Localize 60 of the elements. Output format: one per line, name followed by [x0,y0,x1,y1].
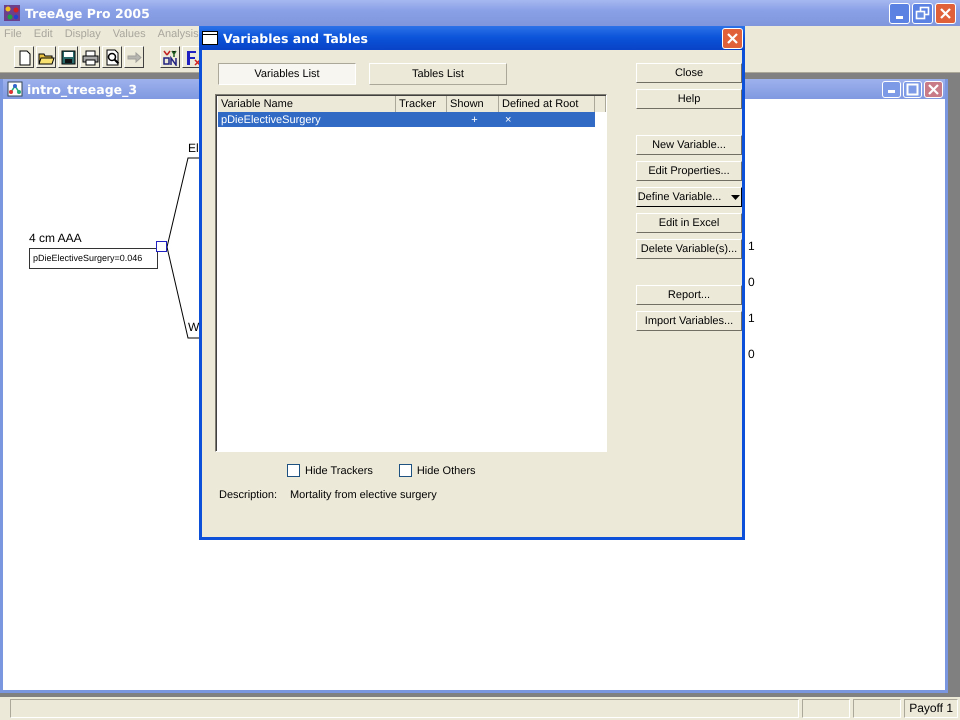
window-title: TreeAge Pro 2005 [25,6,151,20]
push-button[interactable]: New Variable... [636,135,742,155]
toolbar-button[interactable] [36,46,56,68]
toolbar-button[interactable] [160,46,180,68]
decision-node[interactable] [156,241,167,252]
minimize-button[interactable] [882,80,901,98]
table-cell-text: × [504,114,512,126]
restore-icon [914,4,931,22]
branch-label: El [188,141,199,155]
toolbar-button[interactable] [80,46,100,68]
node-label: 4 cm AAA [29,231,82,245]
status-panel [853,699,902,718]
description-text: Mortality from elective surgery [290,489,437,501]
payoff-value: 1 [748,239,755,253]
window-icon [202,31,218,45]
push-button[interactable]: Delete Variable(s)... [636,239,742,259]
minimize-icon [888,90,895,92]
push-button[interactable]: Edit in Excel [636,213,742,233]
toolbar-button[interactable] [14,46,34,68]
push-button[interactable]: Define Variable... [636,187,742,207]
table-cell-text: + [470,114,479,126]
close-button[interactable] [935,2,956,24]
decision-letters-icon [162,48,178,66]
app-icon [4,5,20,21]
restore-button[interactable] [912,2,933,24]
tab[interactable]: Tables List [369,63,507,85]
push-button[interactable]: Import Variables... [636,311,742,331]
toolbar-button[interactable] [58,46,78,68]
window-title: intro_treeage_3 [27,82,138,96]
branch-label: W [188,320,200,334]
window-title: Variables and Tables [223,30,369,46]
checkbox-label: Hide Trackers [305,464,373,476]
payoff-value: 0 [748,347,755,361]
table-cell-text: pDieElectiveSurgery [220,114,322,126]
magnifier-icon [104,48,120,66]
maximize-button[interactable] [903,80,922,98]
tree-icon [7,81,23,97]
push-button[interactable]: Help [636,89,742,109]
tab[interactable]: Variables List [218,63,356,85]
checkbox-label: Hide Others [416,464,476,476]
maximize-icon [904,80,921,98]
description-label: Description: [219,489,278,501]
minimize-icon [896,16,903,18]
push-button[interactable]: Close [636,63,742,83]
status-text: Payoff 1 [904,699,958,718]
checkbox[interactable] [287,464,300,477]
minimize-button[interactable] [889,2,910,24]
toolbar-button[interactable] [102,46,122,68]
status-panel [802,699,850,718]
close-button[interactable] [924,80,943,98]
printer-icon [82,48,98,66]
push-button[interactable]: Edit Properties... [636,161,742,181]
list-row[interactable]: pDieElectiveSurgery + × [218,112,595,127]
checkbox[interactable] [398,464,412,477]
close-button[interactable] [722,28,743,48]
payoff-value: 1 [748,311,755,325]
caret-icon [731,194,740,200]
push-button[interactable]: Report... [636,285,742,305]
payoff-value: 0 [748,275,755,289]
definition-box: pDieElectiveSurgery=0.046 [29,248,158,269]
